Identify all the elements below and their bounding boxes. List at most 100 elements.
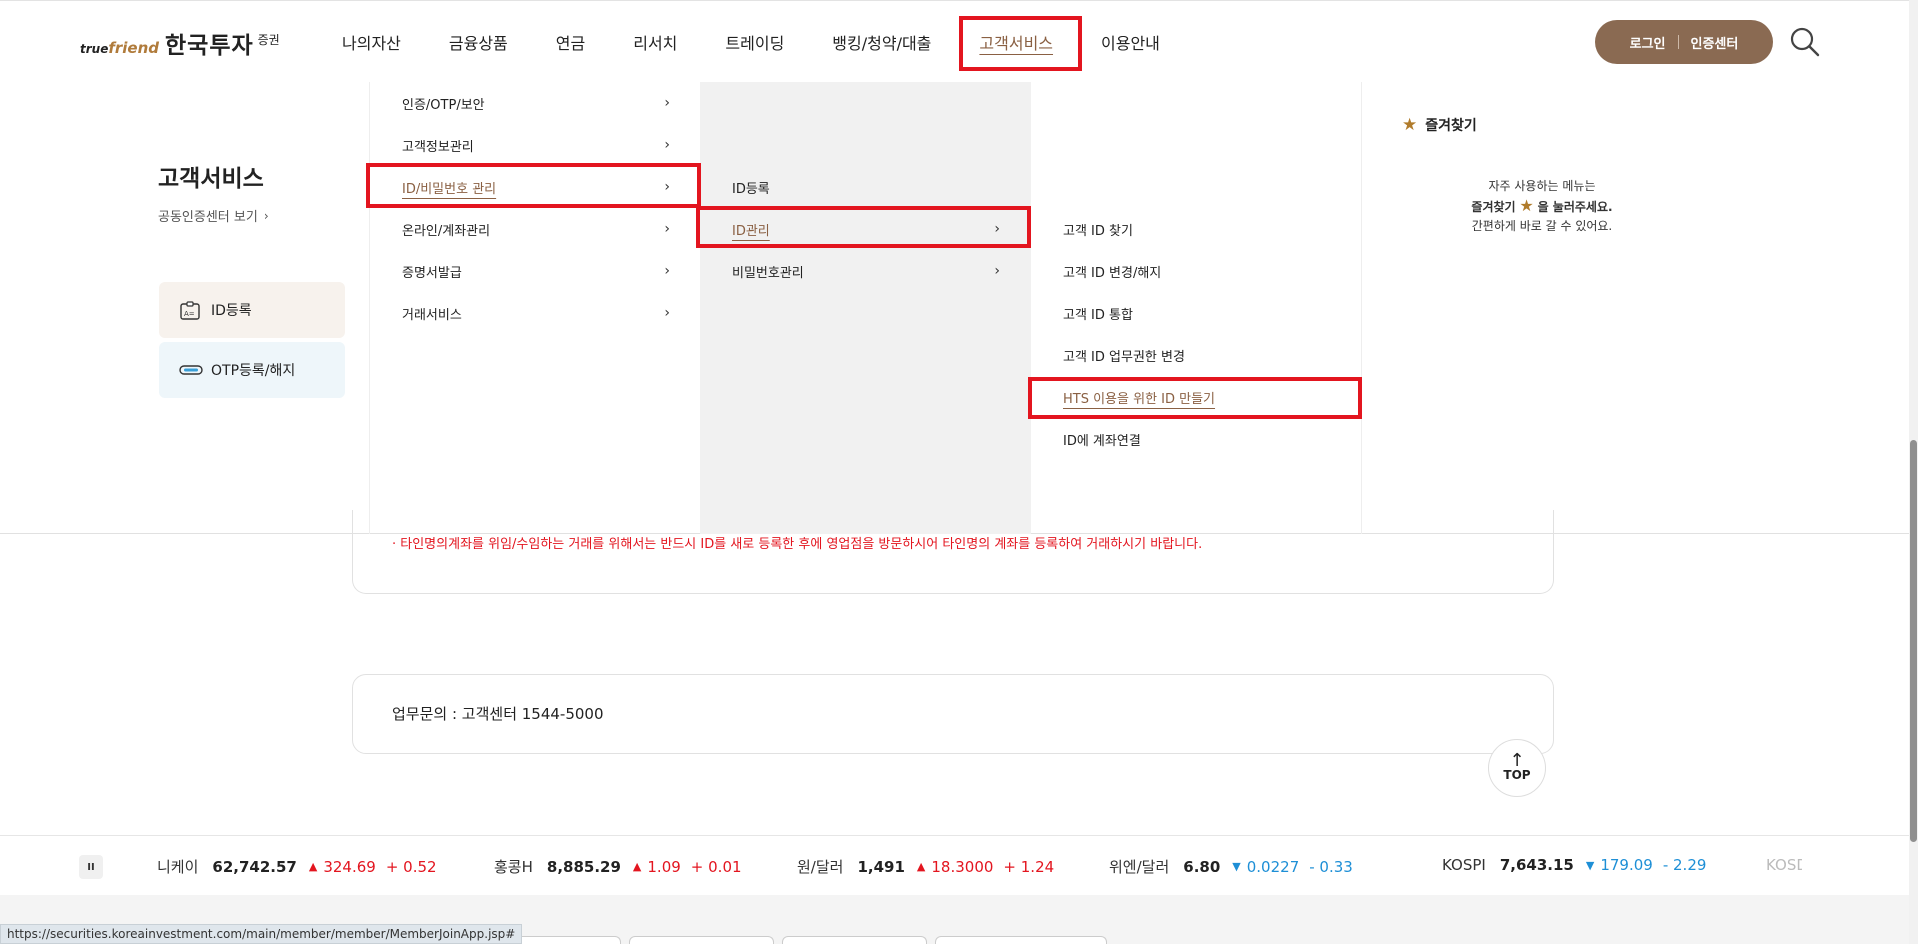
menu-label: 거래서비스 <box>402 307 462 323</box>
ticker-value: 7,643.15 <box>1499 856 1574 874</box>
menu-password-manage[interactable]: 비밀번호관리 › <box>732 260 1000 282</box>
ticker-value: 1,491 <box>857 857 905 876</box>
menu-auth-otp-security[interactable]: 인증/OTP/보안 › <box>402 92 670 114</box>
footer-tab[interactable] <box>629 936 774 944</box>
highlight-id-manage <box>696 206 1031 248</box>
menu-merge-id[interactable]: 고객 ID 통합 <box>1063 302 1133 324</box>
svg-text:A=: A= <box>184 310 195 318</box>
otp-device-icon <box>179 361 203 379</box>
ticker-pct: - 0.33 <box>1309 857 1353 876</box>
ticker-item[interactable]: KOSPI 7,643.15 ▼ 179.09 - 2.29 <box>1442 856 1706 874</box>
quick-id-register-label: ID등록 <box>211 303 252 319</box>
menu-id-permission[interactable]: 고객 ID 업무권한 변경 <box>1063 344 1185 366</box>
logo[interactable]: truefriend 한국투자 증권 <box>80 26 280 60</box>
nav-financial-products[interactable]: 금융상품 <box>449 30 508 54</box>
menu-certificate-issue[interactable]: 증명서발급 › <box>402 260 670 282</box>
menu-label: ID등록 <box>732 181 770 197</box>
menu-depth1: 인증/OTP/보안 › 고객정보관리 › ID/비밀번호 관리 › 온라인/계좌관리 ›… <box>369 82 700 534</box>
notice-box <box>352 510 1554 594</box>
nav-guide[interactable]: 이용안내 <box>1101 30 1160 54</box>
star-icon: ★ <box>1519 196 1534 215</box>
quick-id-register[interactable]: A= ID등록 <box>159 282 345 338</box>
menu-label: 온라인/계좌관리 <box>402 223 491 239</box>
search-icon[interactable] <box>1788 25 1822 59</box>
ticker-name: KOSD <box>1766 856 1802 874</box>
notice-text: · 타인명의계좌를 위임/수임하는 거래를 위해서는 반드시 ID를 새로 등록… <box>392 537 1203 552</box>
logo-truefriend: truefriend <box>80 39 159 57</box>
menu-label: 증명서발급 <box>402 265 462 281</box>
menu-label: 인증/OTP/보안 <box>402 97 485 113</box>
menu-change-id[interactable]: 고객 ID 변경/해지 <box>1063 260 1161 282</box>
nav-research[interactable]: 리서치 <box>633 30 677 54</box>
favorites-desc-line3: 간편하게 바로 갈 수 있어요. <box>1471 219 1613 233</box>
ticker-item[interactable]: 홍콩H 8,885.29 ▲ 1.09 + 0.01 <box>494 856 742 877</box>
favorites-desc-bold2: 을 눌러주세요. <box>1537 200 1613 214</box>
ticker-change: 324.69 <box>323 857 376 876</box>
ticker-value: 6.80 <box>1183 857 1221 876</box>
footer-tab[interactable] <box>782 936 927 944</box>
chevron-right-icon: › <box>664 137 670 153</box>
ticker-name: KOSPI <box>1442 856 1486 874</box>
quick-otp[interactable]: OTP등록/해지 <box>159 342 345 398</box>
market-ticker: II 니케이 62,742.57 ▲ 324.69 + 0.52 홍콩H 8,8… <box>0 835 1912 895</box>
menu-id-account-link[interactable]: ID에 계좌연결 <box>1063 428 1141 450</box>
favorites-desc-line2: 즐겨찾기 ★ 을 눌러주세요. <box>1407 196 1677 217</box>
star-icon: ★ <box>1402 115 1418 135</box>
menu-id-register[interactable]: ID등록 <box>732 176 1000 198</box>
ticker-item[interactable]: 니케이 62,742.57 ▲ 324.69 + 0.52 <box>157 856 437 877</box>
nav-pension[interactable]: 연금 <box>556 30 585 54</box>
login-group: 로그인 인증센터 <box>1595 20 1773 64</box>
browser-status-url: https://securities.koreainvestment.com/m… <box>0 924 523 944</box>
quick-otp-label: OTP등록/해지 <box>211 363 296 379</box>
ticker-change: 1.09 <box>647 857 681 876</box>
favorites-panel: ★ 즐겨찾기 자주 사용하는 메뉴는 즐겨찾기 ★ 을 눌러주세요. 간편하게 바… <box>1361 82 1912 534</box>
cert-center-button[interactable]: 인증센터 <box>1691 33 1739 52</box>
global-header: truefriend 한국투자 증권 나의자산 금융상품 연금 리서치 트레이딩… <box>0 0 1918 82</box>
highlight-nav-customer-service <box>959 16 1082 71</box>
nav-my-assets[interactable]: 나의자산 <box>342 30 401 54</box>
menu-online-account[interactable]: 온라인/계좌관리 › <box>402 218 670 240</box>
scrollbar-thumb[interactable] <box>1910 440 1917 842</box>
ticker-name: 니케이 <box>157 858 199 876</box>
ticker-change: 0.0227 <box>1246 857 1300 876</box>
menu-customer-info[interactable]: 고객정보관리 › <box>402 134 670 156</box>
menu-find-id[interactable]: 고객 ID 찾기 <box>1063 218 1133 240</box>
favorites-desc-bold: 즐겨찾기 <box>1471 200 1516 214</box>
triangle-down-icon: ▼ <box>1232 860 1241 873</box>
footer-tab[interactable] <box>935 936 1107 944</box>
menu-trade-service[interactable]: 거래서비스 › <box>402 302 670 324</box>
pause-icon[interactable]: II <box>79 855 103 879</box>
ticker-change: 18.3000 <box>931 857 994 876</box>
id-card-icon: A= <box>179 301 201 320</box>
chevron-right-icon: › <box>664 263 670 279</box>
menu-depth3: 고객 ID 찾기 고객 ID 변경/해지 고객 ID 통합 고객 ID 업무권한… <box>1031 82 1361 534</box>
favorites-title: ★ 즐겨찾기 <box>1402 115 1477 135</box>
ticker-item[interactable]: 위엔/달러 6.80 ▼ 0.0227 - 0.33 <box>1109 856 1353 877</box>
nav-banking[interactable]: 뱅킹/청약/대출 <box>832 30 931 54</box>
nav-trading[interactable]: 트레이딩 <box>725 30 784 54</box>
mega-menu: 고객서비스 공동인증센터 보기 › A= ID등록 OTP등록/해지 인증/OTP… <box>0 82 1912 534</box>
triangle-up-icon: ▲ <box>308 860 318 873</box>
triangle-up-icon: ▲ <box>916 860 926 873</box>
triangle-up-icon: ▲ <box>632 860 642 873</box>
favorites-desc-line1: 자주 사용하는 메뉴는 <box>1488 179 1596 193</box>
ticker-item[interactable]: 원/달러 1,491 ▲ 18.3000 + 1.24 <box>797 856 1054 877</box>
menu-label: 비밀번호관리 <box>732 265 804 281</box>
highlight-id-password <box>366 163 701 208</box>
ticker-name: 원/달러 <box>797 858 844 876</box>
ticker-name: 홍콩H <box>494 858 533 876</box>
ticker-value: 8,885.29 <box>546 857 621 876</box>
login-button[interactable]: 로그인 <box>1630 33 1666 52</box>
ticker-pct: + 0.52 <box>385 857 437 876</box>
ticker-pct: + 1.24 <box>1003 857 1055 876</box>
arrow-up-icon: ↑ <box>1509 750 1525 771</box>
top-label: TOP <box>1503 768 1531 782</box>
chevron-right-icon: › <box>263 208 269 223</box>
logo-text: 한국투자 <box>165 33 254 59</box>
ticker-change: 179.09 <box>1600 856 1653 874</box>
logo-subtext: 증권 <box>257 33 280 47</box>
scroll-top-button[interactable]: ↑ TOP <box>1488 739 1546 797</box>
ticker-pct: + 0.01 <box>690 857 742 876</box>
ticker-item[interactable]: KOSD <box>1766 856 1802 874</box>
cert-center-link[interactable]: 공동인증센터 보기 › <box>158 206 269 226</box>
